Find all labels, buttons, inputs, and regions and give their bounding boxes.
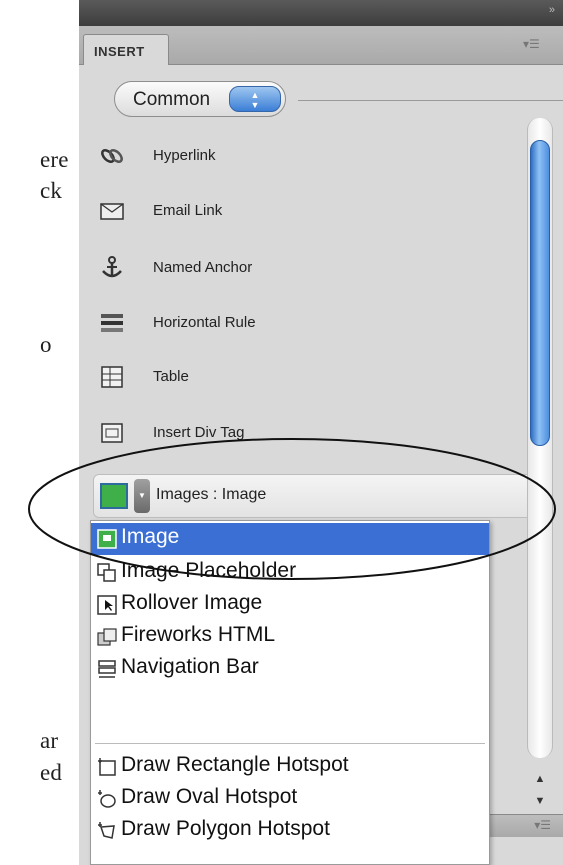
scroll-up-arrow-icon[interactable]: ▲ <box>527 768 553 790</box>
rollover-image-icon <box>97 595 117 615</box>
insert-item-label: Horizontal Rule <box>153 314 256 331</box>
scrollbar-thumb[interactable] <box>530 140 550 446</box>
menu-separator <box>95 743 485 744</box>
insert-item-label: Hyperlink <box>153 147 216 164</box>
menu-item-draw-oval-hotspot[interactable]: Draw Oval Hotspot <box>91 783 489 815</box>
fireworks-icon <box>97 628 117 646</box>
menu-item-label: Draw Rectangle Hotspot <box>121 753 349 776</box>
navigation-bar-icon <box>98 660 116 678</box>
menu-item-rollover-image[interactable]: Rollover Image <box>91 589 489 621</box>
category-select-value: Common <box>133 89 211 110</box>
rectangle-hotspot-icon <box>98 758 116 776</box>
menu-item-navigation-bar[interactable]: Navigation Bar <box>91 653 489 685</box>
insert-item-label: Email Link <box>153 202 223 219</box>
double-chevron-icon[interactable]: » <box>549 4 555 16</box>
insert-item-hyperlink[interactable]: Hyperlink <box>93 137 473 177</box>
image-icon <box>97 529 117 549</box>
menu-item-label: Draw Polygon Hotspot <box>121 817 330 840</box>
insert-item-label: Insert Div Tag <box>153 424 245 441</box>
insert-item-horizontal-rule[interactable]: Horizontal Rule <box>93 304 473 344</box>
insert-item-div-tag[interactable]: Insert Div Tag <box>93 414 473 454</box>
panel-menu-icon[interactable]: ▾☰ <box>534 818 551 832</box>
menu-item-label: Navigation Bar <box>121 655 259 678</box>
page-text-fragment: ar <box>40 728 59 753</box>
menu-item-label: Image <box>121 525 180 548</box>
divider <box>298 100 563 101</box>
image-placeholder-icon <box>97 563 116 582</box>
table-icon <box>101 366 123 388</box>
hyperlink-icon <box>101 149 123 163</box>
polygon-hotspot-icon <box>98 822 115 839</box>
insert-item-table[interactable]: Table <box>93 358 473 398</box>
menu-item-label: Image Placeholder <box>121 559 297 582</box>
div-tag-icon <box>101 423 123 443</box>
menu-item-draw-rectangle-hotspot[interactable]: Draw Rectangle Hotspot <box>91 751 489 783</box>
menu-item-draw-polygon-hotspot[interactable]: Draw Polygon Hotspot <box>91 815 489 847</box>
chevron-down-icon[interactable]: ▼ <box>134 479 150 513</box>
tab-insert-label: INSERT <box>94 44 145 59</box>
images-row-label: Images : Image <box>156 486 267 503</box>
horizontal-rule-icon <box>101 314 123 332</box>
category-select[interactable]: Common ▲ ▼ <box>114 81 286 117</box>
panel-menu-icon[interactable]: ▾☰ <box>523 37 549 51</box>
menu-item-fireworks-html[interactable]: Fireworks HTML <box>91 621 489 653</box>
email-link-icon <box>100 203 124 220</box>
menu-item-label: Rollover Image <box>121 591 263 614</box>
panel-tab-bar: INSERT ▾☰ <box>79 26 563 65</box>
menu-item-label: Draw Oval Hotspot <box>121 785 298 808</box>
panel-title-bar: » <box>79 0 563 26</box>
insert-item-label: Table <box>153 368 189 385</box>
menu-item-image-placeholder[interactable]: Image Placeholder <box>91 557 489 589</box>
panel-bottom-bar: ▾☰ <box>490 814 563 837</box>
select-stepper-icon: ▲ ▼ <box>229 86 281 112</box>
insert-item-named-anchor[interactable]: Named Anchor <box>93 249 473 289</box>
tab-insert[interactable]: INSERT <box>83 34 169 65</box>
insert-item-label: Named Anchor <box>153 259 253 276</box>
menu-item-image[interactable]: Image <box>91 523 489 555</box>
page-text-fragment: ck <box>40 178 63 203</box>
image-icon <box>100 483 128 509</box>
page-text-fragment: o <box>40 332 52 357</box>
insert-item-email-link[interactable]: Email Link <box>93 192 473 232</box>
oval-hotspot-icon <box>98 790 116 808</box>
page-text-fragment: ed <box>40 760 63 785</box>
scroll-down-arrow-icon[interactable]: ▼ <box>527 790 553 812</box>
menu-item-label: Fireworks HTML <box>121 623 276 646</box>
anchor-icon <box>102 256 122 278</box>
page-text-fragment: ere <box>40 147 69 172</box>
images-button-row[interactable]: ▼ Images : Image <box>93 474 545 518</box>
images-dropdown-menu: Image Image Placeholder Rollover Image F… <box>90 520 490 865</box>
